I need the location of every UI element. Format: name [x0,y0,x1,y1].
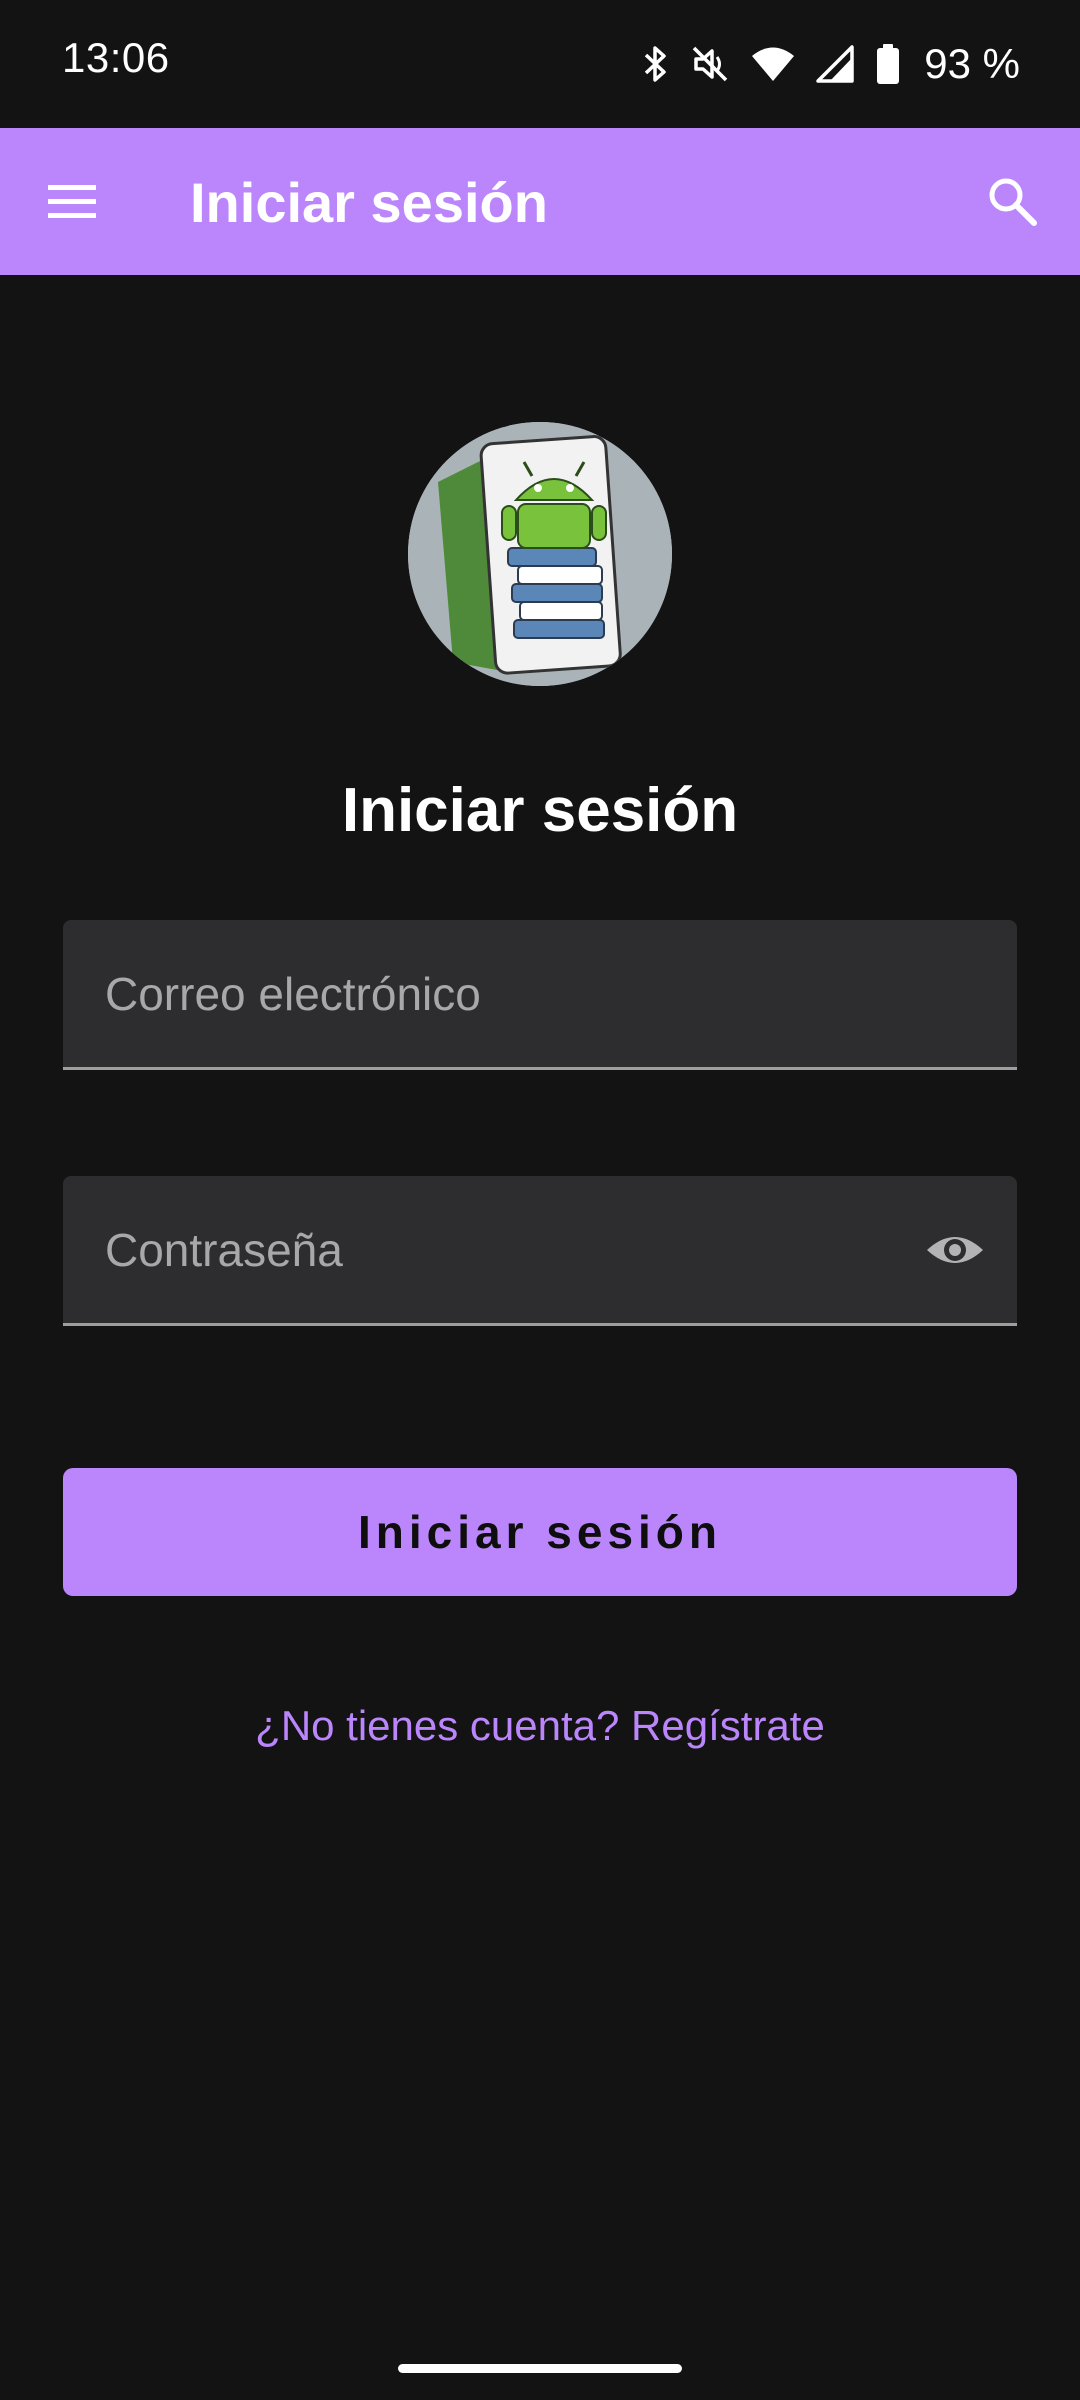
home-indicator[interactable] [398,2364,682,2373]
login-heading: Iniciar sesión [341,776,739,845]
cell-signal-icon [816,45,855,83]
search-icon[interactable] [984,173,1040,229]
app-logo [408,422,672,686]
password-input[interactable] [105,1176,925,1323]
status-bar: 13:06 93 % [0,0,1080,128]
eye-icon[interactable] [923,1218,987,1282]
login-button[interactable]: Iniciar sesión [63,1468,1017,1596]
email-field[interactable] [63,920,1017,1070]
app-bar: Iniciar sesión [0,128,1080,275]
wifi-icon [752,47,795,81]
battery-percentage: 93 % [924,40,1020,87]
status-time: 13:06 [62,34,170,81]
app-title: Iniciar sesión [190,171,548,234]
battery-icon [877,44,900,84]
menu-icon[interactable] [44,179,100,225]
password-field[interactable] [63,1176,1017,1326]
email-input[interactable] [105,920,925,1067]
bluetooth-icon [645,46,667,82]
status-icons: 93 % [640,36,1020,92]
mute-icon [693,46,728,82]
register-link[interactable]: ¿No tienes cuenta? Regístrate [0,1702,1080,1750]
